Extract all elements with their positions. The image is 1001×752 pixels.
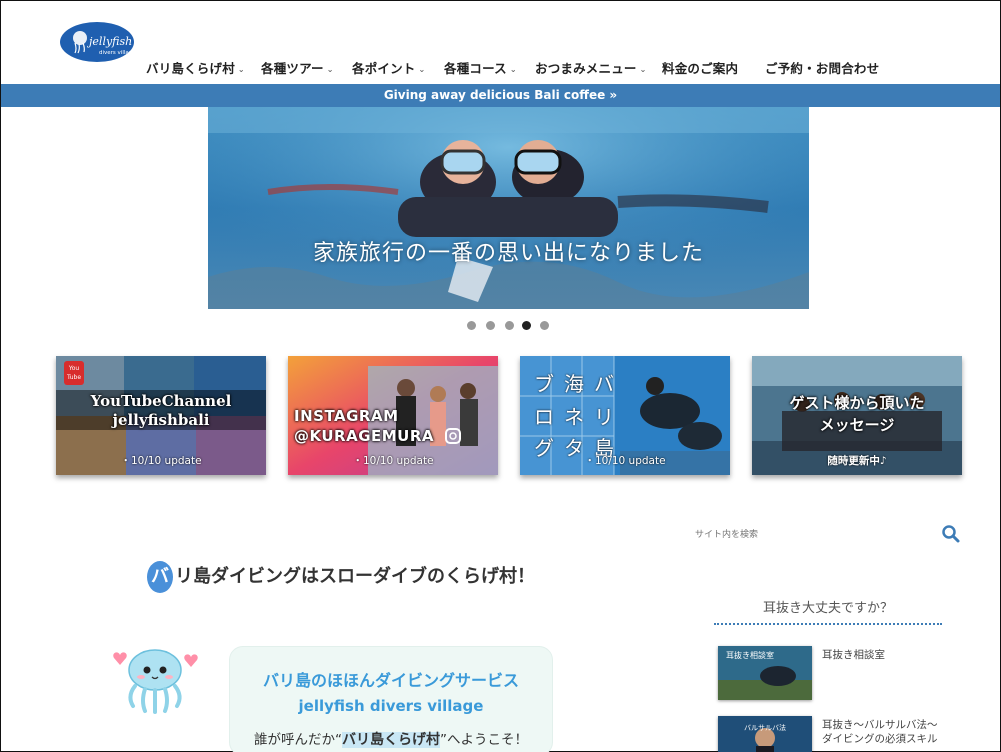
article-title: 耳抜き相談室 — [822, 649, 885, 661]
welcome-line-post: ”へようこそ！ — [440, 732, 528, 748]
article-title: 耳抜き～バルサルバ法～ダイビングの必須スキル — [822, 719, 938, 745]
slider-dots — [467, 321, 557, 331]
card-update-label: ・10/10 update — [352, 455, 434, 467]
nav-label: ご予約・お問合わせ — [765, 61, 880, 76]
title-text: リ島ダイビングはスローダイブのくらげ村！ — [175, 566, 535, 587]
slider-dot-4[interactable] — [522, 321, 531, 330]
chevron-down-icon: ⌄ — [639, 65, 647, 74]
chevron-down-icon: ⌄ — [509, 65, 517, 74]
nav-item-tours[interactable]: 各種ツアー ⌄ — [261, 58, 334, 77]
welcome-title: バリ島のほほんダイビングサービス — [262, 671, 519, 690]
chevron-down-icon: ⌄ — [326, 65, 334, 74]
card-update-label: ・10/10 update — [120, 455, 202, 467]
hero-caption: 家族旅行の一番の思い出になりました — [312, 241, 704, 266]
nav-label: 各種コース — [444, 61, 507, 76]
nav-item-courses[interactable]: 各種コース ⌄ — [444, 58, 517, 77]
main-nav: バリ島くらげ村 ⌄ 各種ツアー ⌄ 各ポイント ⌄ 各種コース ⌄ おつまみメニュー ⌄ … — [1, 58, 1000, 78]
promo-banner-link[interactable]: Giving away delicious Bali coffee » — [1, 84, 1000, 107]
card-messages-title: ゲスト様から頂いた メッセージ — [752, 392, 962, 436]
page-title: バリ島ダイビングはスローダイブのくらげ村！ — [147, 561, 535, 593]
welcome-line-pre: 誰が呼んだか“ — [254, 732, 342, 748]
card-update-label: 随時更新中♪ — [827, 455, 887, 467]
welcome-speech-bubble: バリ島のほほんダイビングサービス jellyfish divers villag… — [229, 646, 553, 752]
article-thumbnail: 耳抜き相談室 — [718, 646, 812, 700]
nav-label: 料金のご案内 — [662, 61, 739, 76]
card-blog-char: ネ — [564, 405, 584, 429]
article-thumbnail-label: 耳抜き相談室 — [726, 650, 774, 660]
logo-text: jellyfish — [86, 35, 132, 48]
article-thumbnail: バルサルバ法 — [718, 716, 812, 752]
welcome-subtitle: jellyfish divers village — [298, 697, 484, 715]
jellyfish-mascot-icon — [113, 649, 198, 714]
card-instagram[interactable]: INSTAGRAM @KURAGEMURA ・10/10 update — [288, 356, 498, 475]
card-blog-char: リ — [594, 405, 614, 429]
card-update-label: ・10/10 update — [584, 455, 666, 467]
card-title-line: YouTubeChannel — [90, 392, 232, 410]
card-instagram-title: INSTAGRAM @KURAGEMURA — [294, 406, 498, 446]
chevron-down-icon: ⌄ — [418, 65, 426, 74]
card-blog-char: ブ — [534, 372, 554, 396]
slider-dot-1[interactable] — [467, 321, 476, 330]
card-messages[interactable]: ゲスト様から頂いた メッセージ 随時更新中♪ — [752, 356, 962, 475]
card-youtube[interactable]: You Tube YouTubeChannel jellyfishbali ・1… — [56, 356, 266, 475]
card-blog-char: バ — [594, 372, 614, 396]
sidebar-section-title: 耳抜き大丈夫ですか？ — [762, 601, 893, 616]
card-title-line: INSTAGRAM — [294, 407, 399, 425]
article-thumbnail-label: バルサルバ法 — [744, 723, 786, 732]
card-title-line: ゲスト様から頂いた — [789, 394, 925, 412]
card-title-line: @KURAGEMURA — [294, 427, 435, 445]
nav-item-pricing[interactable]: 料金のご案内 — [662, 58, 738, 77]
search-input[interactable] — [695, 521, 935, 547]
slider-dot-3[interactable] — [505, 321, 514, 330]
nav-label: バリ島くらげ村 — [146, 61, 235, 76]
card-title-line: jellyfishbali — [112, 411, 210, 429]
nav-item-contact[interactable]: ご予約・お問合わせ — [765, 58, 879, 77]
hero-image — [208, 107, 809, 309]
card-blog-char: 海 — [564, 372, 584, 396]
site-search — [695, 521, 965, 547]
card-blog-char: ロ — [534, 405, 554, 429]
nav-item-points[interactable]: 各ポイント ⌄ — [352, 58, 425, 77]
welcome-line-highlight: バリ島くらげ村 — [342, 732, 440, 748]
slider-dot-5[interactable] — [540, 321, 549, 330]
chevron-down-icon: ⌄ — [237, 65, 245, 74]
nav-label: 各ポイント — [352, 61, 416, 76]
svg-text:Tube: Tube — [66, 374, 81, 381]
sidebar-ear-section: 耳抜き大丈夫ですか？ 耳抜き相談室 耳抜き相談室 バルサルバ法 耳抜き～バルサル… — [714, 593, 942, 752]
welcome-line: 誰が呼んだか“バリ島くらげ村”へようこそ！ — [230, 728, 552, 749]
nav-item-otsumami[interactable]: おつまみメニュー ⌄ — [535, 58, 647, 77]
nav-label: 各種ツアー — [261, 61, 324, 76]
sidebar-article-item[interactable]: 耳抜き相談室 耳抜き相談室 — [714, 646, 942, 704]
site-header: jellyfish divers village バリ島くらげ村 ⌄ 各種ツアー ⌄… — [1, 1, 1000, 84]
hero-slider[interactable]: 家族旅行の一番の思い出になりました — [208, 107, 809, 309]
youtube-icon: You — [68, 365, 80, 372]
card-title-line: メッセージ — [819, 416, 895, 434]
divider — [714, 623, 942, 625]
svg-text:divers village: divers village — [99, 50, 135, 56]
nav-item-kuragemura[interactable]: バリ島くらげ村 ⌄ — [146, 58, 245, 77]
nav-label: おつまみメニュー — [535, 61, 637, 76]
card-youtube-title: YouTubeChannel jellyfishbali — [56, 392, 266, 430]
sidebar-article-item[interactable]: バルサルバ法 耳抜き～バルサルバ法～ダイビングの必須スキル — [714, 716, 942, 752]
card-blog[interactable]: ブ 海 バ ロ ネ リ グ タ 島 ・10/10 update — [520, 356, 730, 475]
title-initial-badge: バ — [147, 561, 173, 593]
search-icon[interactable] — [941, 524, 961, 544]
site-logo[interactable]: jellyfish divers village — [59, 21, 135, 63]
slider-dot-2[interactable] — [486, 321, 495, 330]
